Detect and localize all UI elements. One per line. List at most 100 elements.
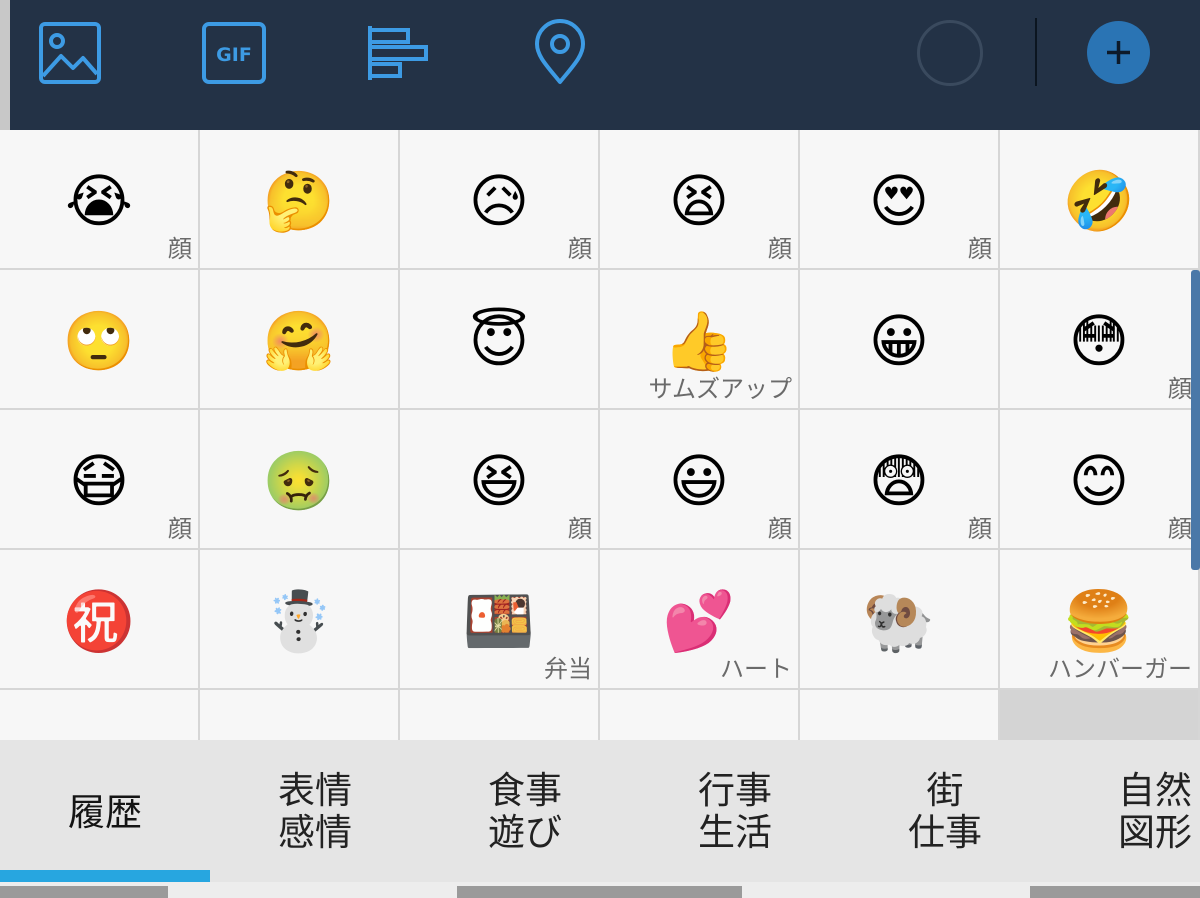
emoji-glyph: 😥 [468,167,530,235]
emoji-cell[interactable]: 🙄 [0,270,198,410]
category-tabs: 履歴 表情 感情 食事 遊び 行事 生活街仕事 自然 図形 [0,740,1200,882]
location-pin-icon[interactable] [525,18,595,88]
category-tab-label-line: 生活 [698,811,772,854]
emoji-cell[interactable]: 😀 [800,270,998,410]
category-tab[interactable]: 食事 遊び [420,740,630,882]
emoji-glyph: 🤢 [262,447,336,515]
emoji-cell[interactable]: 🍱 弁当 [400,550,598,690]
emoji-label: 顔 [168,235,192,263]
image-icon[interactable] [35,18,105,88]
emoji-glyph: 😀 [868,307,930,375]
category-tab[interactable]: 自然 図形 [1050,740,1200,882]
emoji-cell[interactable]: 😃 顔 [600,410,798,550]
emoji-glyph: 💕 [662,587,736,655]
category-tab-label-line: 遊び [488,811,562,854]
emoji-cell[interactable]: 🐏 [800,550,998,690]
emoji-cell[interactable]: 🤗 [200,270,398,410]
emoji-glyph: 🤣 [1062,167,1136,235]
emoji-cell[interactable]: 🤣 [1000,130,1198,270]
bottom-strip-segment [0,886,168,898]
emoji-cell[interactable]: 😷 顔 [0,410,198,550]
emoji-cell[interactable]: 💕 ハート [600,550,798,690]
emoji-glyph: 😫 [668,167,730,235]
category-tab-label-line: 食事 [488,769,562,812]
category-tab-label-line: 自然 [1118,769,1192,812]
emoji-glyph: 😇 [468,307,530,375]
category-tab[interactable]: 行事 生活 [630,740,840,882]
gif-icon-label: GIF [216,44,252,66]
emoji-cell[interactable]: 🤢 [200,410,398,550]
category-tab-label: 自然 図形 [1050,770,1200,854]
emoji-label: 顔 [568,235,592,263]
emoji-label: 顔 [968,515,992,543]
compose-toolbar: GIF [0,0,1200,130]
emoji-cell[interactable]: ㊗️ [0,550,198,690]
toolbar-edge [0,0,10,130]
emoji-cell[interactable]: 👍 サムズアップ [600,270,798,410]
emoji-glyph: 😨 [868,447,930,515]
emoji-glyph: 😃 [668,447,730,515]
emoji-cell[interactable]: 😨 顔 [800,410,998,550]
character-count-ring [917,20,983,86]
bottom-strip-segment [1030,886,1200,898]
emoji-glyph: 🐏 [862,587,936,655]
emoji-cell[interactable]: 😇 [400,270,598,410]
emoji-label: ハート [720,655,792,683]
emoji-glyph: 😳 [1068,307,1130,375]
emoji-label: サムズアップ [648,375,792,403]
category-tab-label: 街仕事 [840,770,1050,854]
category-tab-label-line: 図形 [1118,811,1192,854]
category-tab-label-line: 履歴 [68,791,142,834]
category-tab-label-line: 表情 [278,769,352,812]
emoji-cell[interactable]: 😳 顔 [1000,270,1198,410]
emoji-cell[interactable] [800,690,998,740]
category-tab-label-line: 行事 [698,769,772,812]
scrollbar-thumb[interactable] [1191,270,1200,570]
category-tab[interactable]: 表情 感情 [210,740,420,882]
toolbar-divider [1035,18,1037,86]
emoji-glyph: ☃️ [262,587,336,655]
category-tab-label: 食事 遊び [420,770,630,854]
emoji-glyph: 😷 [68,447,130,515]
category-tab-label-line: 感情 [278,811,352,854]
emoji-glyph: 👍 [662,307,736,375]
emoji-glyph: 🍔 [1062,587,1136,655]
category-tab[interactable]: 街仕事 [840,740,1050,882]
emoji-glyph: 🤔 [262,167,336,235]
gif-icon[interactable]: GIF [199,18,269,88]
selected-tab-indicator [0,870,210,882]
emoji-cell[interactable]: 😭 顔 [0,130,198,270]
category-tab-label-line: 街 [926,769,964,812]
bottom-strip [0,882,1200,898]
text-align-icon[interactable] [362,18,432,88]
emoji-cell[interactable] [0,690,198,740]
emoji-glyph: 😍 [868,167,930,235]
emoji-cell[interactable]: 🍔 ハンバーガー [1000,550,1198,690]
emoji-cell[interactable]: 😆 顔 [400,410,598,550]
emoji-cell[interactable]: 🤔 [200,130,398,270]
emoji-glyph: 😆 [468,447,530,515]
category-tab-label: 行事 生活 [630,770,840,854]
category-tab-label: 表情 感情 [210,770,420,854]
emoji-cell [1000,690,1198,740]
emoji-glyph: ㊗️ [62,587,136,655]
category-tab[interactable]: 履歴 [0,740,210,882]
emoji-glyph: 🤗 [262,307,336,375]
emoji-cell[interactable]: 😍 顔 [800,130,998,270]
emoji-cell[interactable] [600,690,798,740]
emoji-cell[interactable]: ☃️ [200,550,398,690]
emoji-cell[interactable]: 😊 顔 [1000,410,1198,550]
add-button[interactable] [1087,21,1150,84]
category-tab-label-line: 仕事 [908,811,982,854]
emoji-label: 顔 [568,515,592,543]
emoji-cell[interactable] [400,690,598,740]
emoji-glyph: 😊 [1068,447,1130,515]
emoji-cell[interactable]: 😫 顔 [600,130,798,270]
emoji-label: 顔 [968,235,992,263]
emoji-cell[interactable] [200,690,398,740]
emoji-cell[interactable]: 😥 顔 [400,130,598,270]
emoji-grid: 😭 顔 🤔 😥 顔 😫 顔 😍 顔 🤣 🙄 🤗 😇 👍 サムズアップ 😀 😳 顔 😷 顔 🤢 😆 顔 😃 顔 😨 顔 😊 顔㊗️ ☃️ 🍱 弁… [0,130,1200,740]
emoji-label: 顔 [1168,515,1192,543]
bottom-strip-segment [457,886,742,898]
emoji-glyph: 😭 [65,167,133,235]
